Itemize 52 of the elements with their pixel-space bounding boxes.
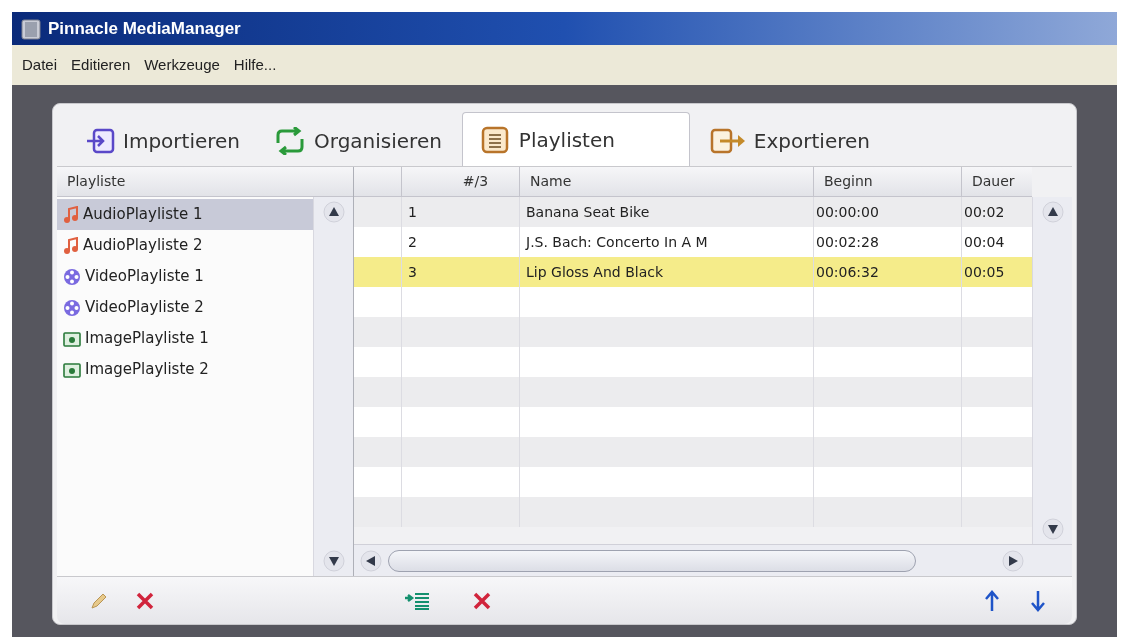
- tab[interactable]: Exportieren: [695, 116, 884, 166]
- table-cell-text: 00:05: [963, 262, 1006, 282]
- scroll-thumb[interactable]: [388, 549, 916, 572]
- horizontal-scrollbar[interactable]: [354, 544, 1072, 576]
- tab[interactable]: Playlisten: [461, 112, 690, 166]
- column-header[interactable]: #/3: [402, 167, 520, 196]
- tab[interactable]: Importieren: [71, 116, 254, 166]
- film-reel-icon: [63, 298, 81, 317]
- scrollbar[interactable]: [1032, 197, 1072, 544]
- table-row[interactable]: 3 Lip Gloss And Black 00:06:32 00:05: [354, 257, 1032, 287]
- scroll-up-icon[interactable]: [1041, 201, 1064, 223]
- delete-icon[interactable]: [135, 590, 155, 611]
- table-row[interactable]: 1 Banana Seat Bike 00:00:00 00:02: [354, 197, 1032, 227]
- camera-icon: [63, 330, 81, 347]
- music-note-icon: [63, 236, 79, 255]
- playlist-item[interactable]: ImagePlayliste 2: [57, 354, 313, 385]
- scroll-right-icon[interactable]: [1002, 549, 1024, 572]
- playlist-item[interactable]: AudioPlayliste 1: [57, 199, 313, 230]
- table-cell-text: 00:04: [963, 232, 1006, 252]
- menu-item[interactable]: Werkzeuge: [144, 53, 220, 77]
- down-arrow-icon[interactable]: [1030, 589, 1046, 612]
- column-header[interactable]: Beginn: [814, 167, 962, 196]
- list-icon: [480, 125, 509, 154]
- scroll-down-icon[interactable]: [1041, 518, 1064, 540]
- scroll-up-icon[interactable]: [322, 201, 345, 223]
- scroll-left-icon[interactable]: [360, 549, 382, 572]
- window-title: Pinnacle MediaManager: [48, 17, 241, 40]
- delete-icon[interactable]: [472, 590, 492, 611]
- menu-item[interactable]: Editieren: [71, 53, 131, 77]
- film-reel-icon: [63, 267, 81, 286]
- table-cell-text: 00:02: [963, 202, 1006, 222]
- playlist-item[interactable]: VideoPlayliste 1: [57, 261, 313, 292]
- column-header[interactable]: Name: [520, 167, 814, 196]
- music-note-icon: [63, 205, 79, 224]
- table-row[interactable]: 2 J.S. Bach: Concerto In A M 00:02:28 00:04: [354, 227, 1032, 257]
- add-to-list-icon[interactable]: [404, 590, 430, 611]
- scrollbar[interactable]: [313, 197, 353, 576]
- cycle-arrows-icon: [274, 127, 306, 155]
- playlist-item[interactable]: AudioPlayliste 2: [57, 230, 313, 261]
- column-header: Playliste: [57, 167, 353, 197]
- menu-item[interactable]: Datei: [22, 53, 58, 77]
- app-icon: [20, 16, 42, 41]
- playlist-item[interactable]: ImagePlayliste 1: [57, 323, 313, 354]
- scroll-down-icon[interactable]: [322, 550, 345, 572]
- tab[interactable]: Organisieren: [260, 116, 456, 166]
- column-header[interactable]: Dauer: [962, 167, 1032, 196]
- camera-icon: [63, 361, 81, 378]
- up-arrow-icon[interactable]: [984, 589, 1000, 612]
- playlist-item[interactable]: VideoPlayliste 2: [57, 292, 313, 323]
- export-icon: [709, 127, 746, 155]
- import-icon: [85, 127, 115, 155]
- menu-item[interactable]: Hilfe...: [233, 53, 277, 77]
